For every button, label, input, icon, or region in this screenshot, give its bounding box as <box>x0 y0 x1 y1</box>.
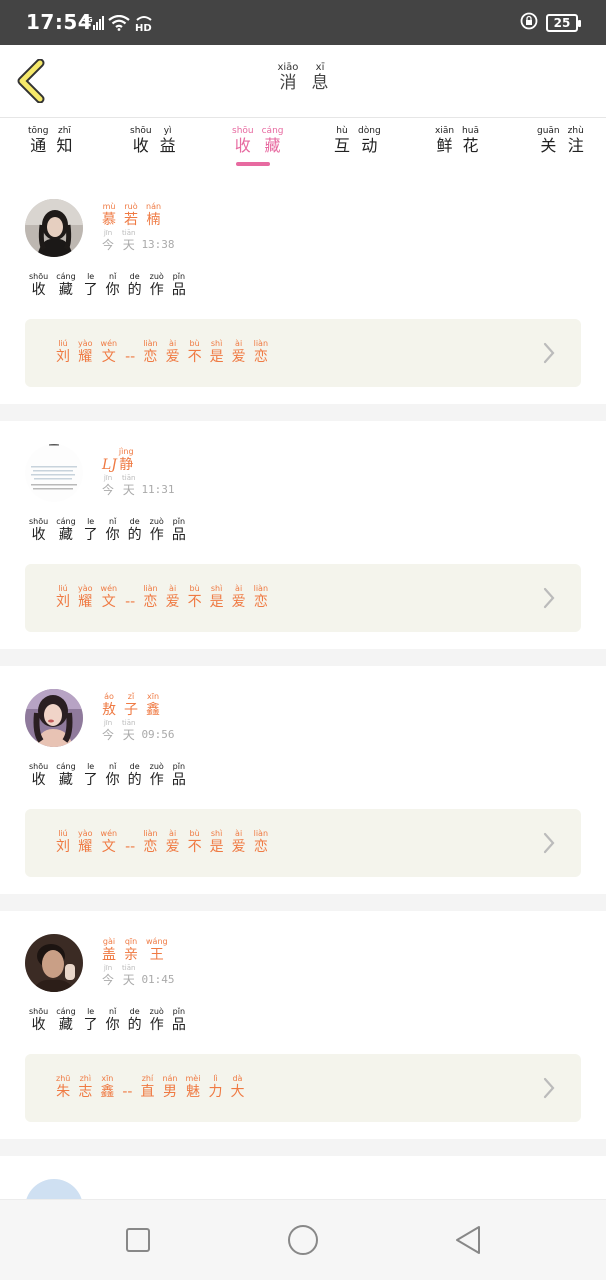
battery-icon: 25 <box>546 14 581 32</box>
avatar[interactable] <box>25 444 83 502</box>
tab-interactions[interactable]: hù 互 dòng 动 <box>334 126 381 156</box>
status-bar: 17:54 4G HD 25 <box>0 0 606 45</box>
timestamp: jīn 今 tiān 天 11:31 <box>102 474 175 497</box>
signal-icon: 4G <box>82 15 104 35</box>
triangle-back-nav-icon <box>456 1226 480 1254</box>
work-title: liú 刘 yào 耀 wén 文 -- liàn 恋 ài 爱 bù 不 shì 是 ài 爱 liàn 恋 <box>56 584 269 610</box>
list-item[interactable]: áo 敖 zǐ 子 xīn 鑫 jīn 今 tiān 天 09:56 shōu 收 cáng 藏 le 了 n… <box>0 666 606 894</box>
work-title: liú 刘 yào 耀 wén 文 -- liàn 恋 ài 爱 bù 不 shì 是 ài 爱 liàn 恋 <box>56 829 269 855</box>
user-name[interactable]: gài 盖 qīn 亲 wáng 王 <box>102 937 168 963</box>
list-item[interactable]: LJ jìng 静 jīn 今 tiān 天 11:31 shōu 收 cáng 藏 le 了 nǐ 你 d… <box>0 421 606 649</box>
tab-active-indicator <box>236 162 270 166</box>
action-text: shōu 收 cáng 藏 le 了 nǐ 你 de 的 zuò 作 pǐn 品 <box>29 272 186 298</box>
avatar[interactable] <box>25 689 83 747</box>
tab-notifications[interactable]: tōng 通 zhī 知 <box>28 126 72 156</box>
user-name[interactable]: mù 慕 ruò 若 nán 楠 <box>102 202 161 228</box>
status-icons: 4G HD <box>82 14 154 36</box>
app-root: 17:54 4G HD 25 xiāo 消 xī 息 tōng 通 zhī 知 … <box>0 0 606 1280</box>
list-item[interactable]: gài 盖 qīn 亲 wáng 王 jīn 今 tiān 天 01:45 shōu 收 cáng 藏 l… <box>0 911 606 1139</box>
recent-apps-button[interactable] <box>120 1222 156 1258</box>
tab-bar: tōng 通 zhī 知 shōu 收 yì 益 shōu 收 cáng 藏 hù 互 dòng 动 x… <box>0 118 606 176</box>
svg-text:4G: 4G <box>82 16 93 24</box>
system-nav-bar <box>0 1199 606 1280</box>
tab-favorites[interactable]: shōu 收 cáng 藏 <box>232 126 284 156</box>
work-link[interactable]: zhū 朱 zhì 志 xīn 鑫 -- zhí 直 nán 男 mèi 魅 lì 力 dà 大 <box>25 1054 581 1122</box>
wifi-icon <box>108 14 130 35</box>
message-list: mù 慕 ruò 若 nán 楠 jīn 今 tiān 天 13:38 shōu 收 cáng 藏 le 了… <box>0 176 606 1237</box>
action-text: shōu 收 cáng 藏 le 了 nǐ 你 de 的 zuò 作 pǐn 品 <box>29 517 186 543</box>
list-item[interactable]: mù 慕 ruò 若 nán 楠 jīn 今 tiān 天 13:38 shōu 收 cáng 藏 le 了… <box>0 176 606 404</box>
chevron-right-icon <box>543 587 555 609</box>
tab-flowers[interactable]: xiān 鲜 huā 花 <box>435 126 479 156</box>
timestamp: jīn 今 tiān 天 09:56 <box>102 719 175 742</box>
status-right: 25 <box>520 12 581 34</box>
avatar[interactable] <box>25 934 83 992</box>
back-nav-button[interactable] <box>450 1222 486 1258</box>
svg-text:HD: HD <box>135 23 152 32</box>
home-button[interactable] <box>285 1222 321 1258</box>
chevron-left-icon <box>17 58 45 104</box>
work-title: zhū 朱 zhì 志 xīn 鑫 -- zhí 直 nán 男 mèi 魅 lì 力 dà 大 <box>56 1074 245 1100</box>
work-link[interactable]: liú 刘 yào 耀 wén 文 -- liàn 恋 ài 爱 bù 不 shì 是 ài 爱 liàn 恋 <box>25 809 581 877</box>
action-text: shōu 收 cáng 藏 le 了 nǐ 你 de 的 zuò 作 pǐn 品 <box>29 762 186 788</box>
work-title: liú 刘 yào 耀 wén 文 -- liàn 恋 ài 爱 bù 不 shì 是 ài 爱 liàn 恋 <box>56 339 269 365</box>
page-title: xiāo 消 xī 息 <box>277 62 329 94</box>
action-text: shōu 收 cáng 藏 le 了 nǐ 你 de 的 zuò 作 pǐn 品 <box>29 1007 186 1033</box>
square-nav-icon <box>126 1228 150 1252</box>
timestamp: jīn 今 tiān 天 01:45 <box>102 964 175 987</box>
work-link[interactable]: liú 刘 yào 耀 wén 文 -- liàn 恋 ài 爱 bù 不 shì 是 ài 爱 liàn 恋 <box>25 564 581 632</box>
tab-earnings[interactable]: shōu 收 yì 益 <box>130 126 176 156</box>
work-link[interactable]: liú 刘 yào 耀 wén 文 -- liàn 恋 ài 爱 bù 不 shì 是 ài 爱 liàn 恋 <box>25 319 581 387</box>
avatar[interactable] <box>25 199 83 257</box>
tab-following[interactable]: guān 关 zhù 注 <box>537 126 584 156</box>
user-name[interactable]: LJ jìng 静 <box>102 447 134 473</box>
chevron-right-icon <box>543 832 555 854</box>
timestamp: jīn 今 tiān 天 13:38 <box>102 229 175 252</box>
user-name[interactable]: áo 敖 zǐ 子 xīn 鑫 <box>102 692 160 718</box>
chevron-right-icon <box>543 1077 555 1099</box>
header: xiāo 消 xī 息 <box>0 45 606 118</box>
back-button[interactable] <box>14 58 52 104</box>
lock-rotation-icon <box>520 12 538 34</box>
hd-icon: HD <box>134 14 154 36</box>
chevron-right-icon <box>543 342 555 364</box>
circle-nav-icon <box>288 1225 318 1255</box>
